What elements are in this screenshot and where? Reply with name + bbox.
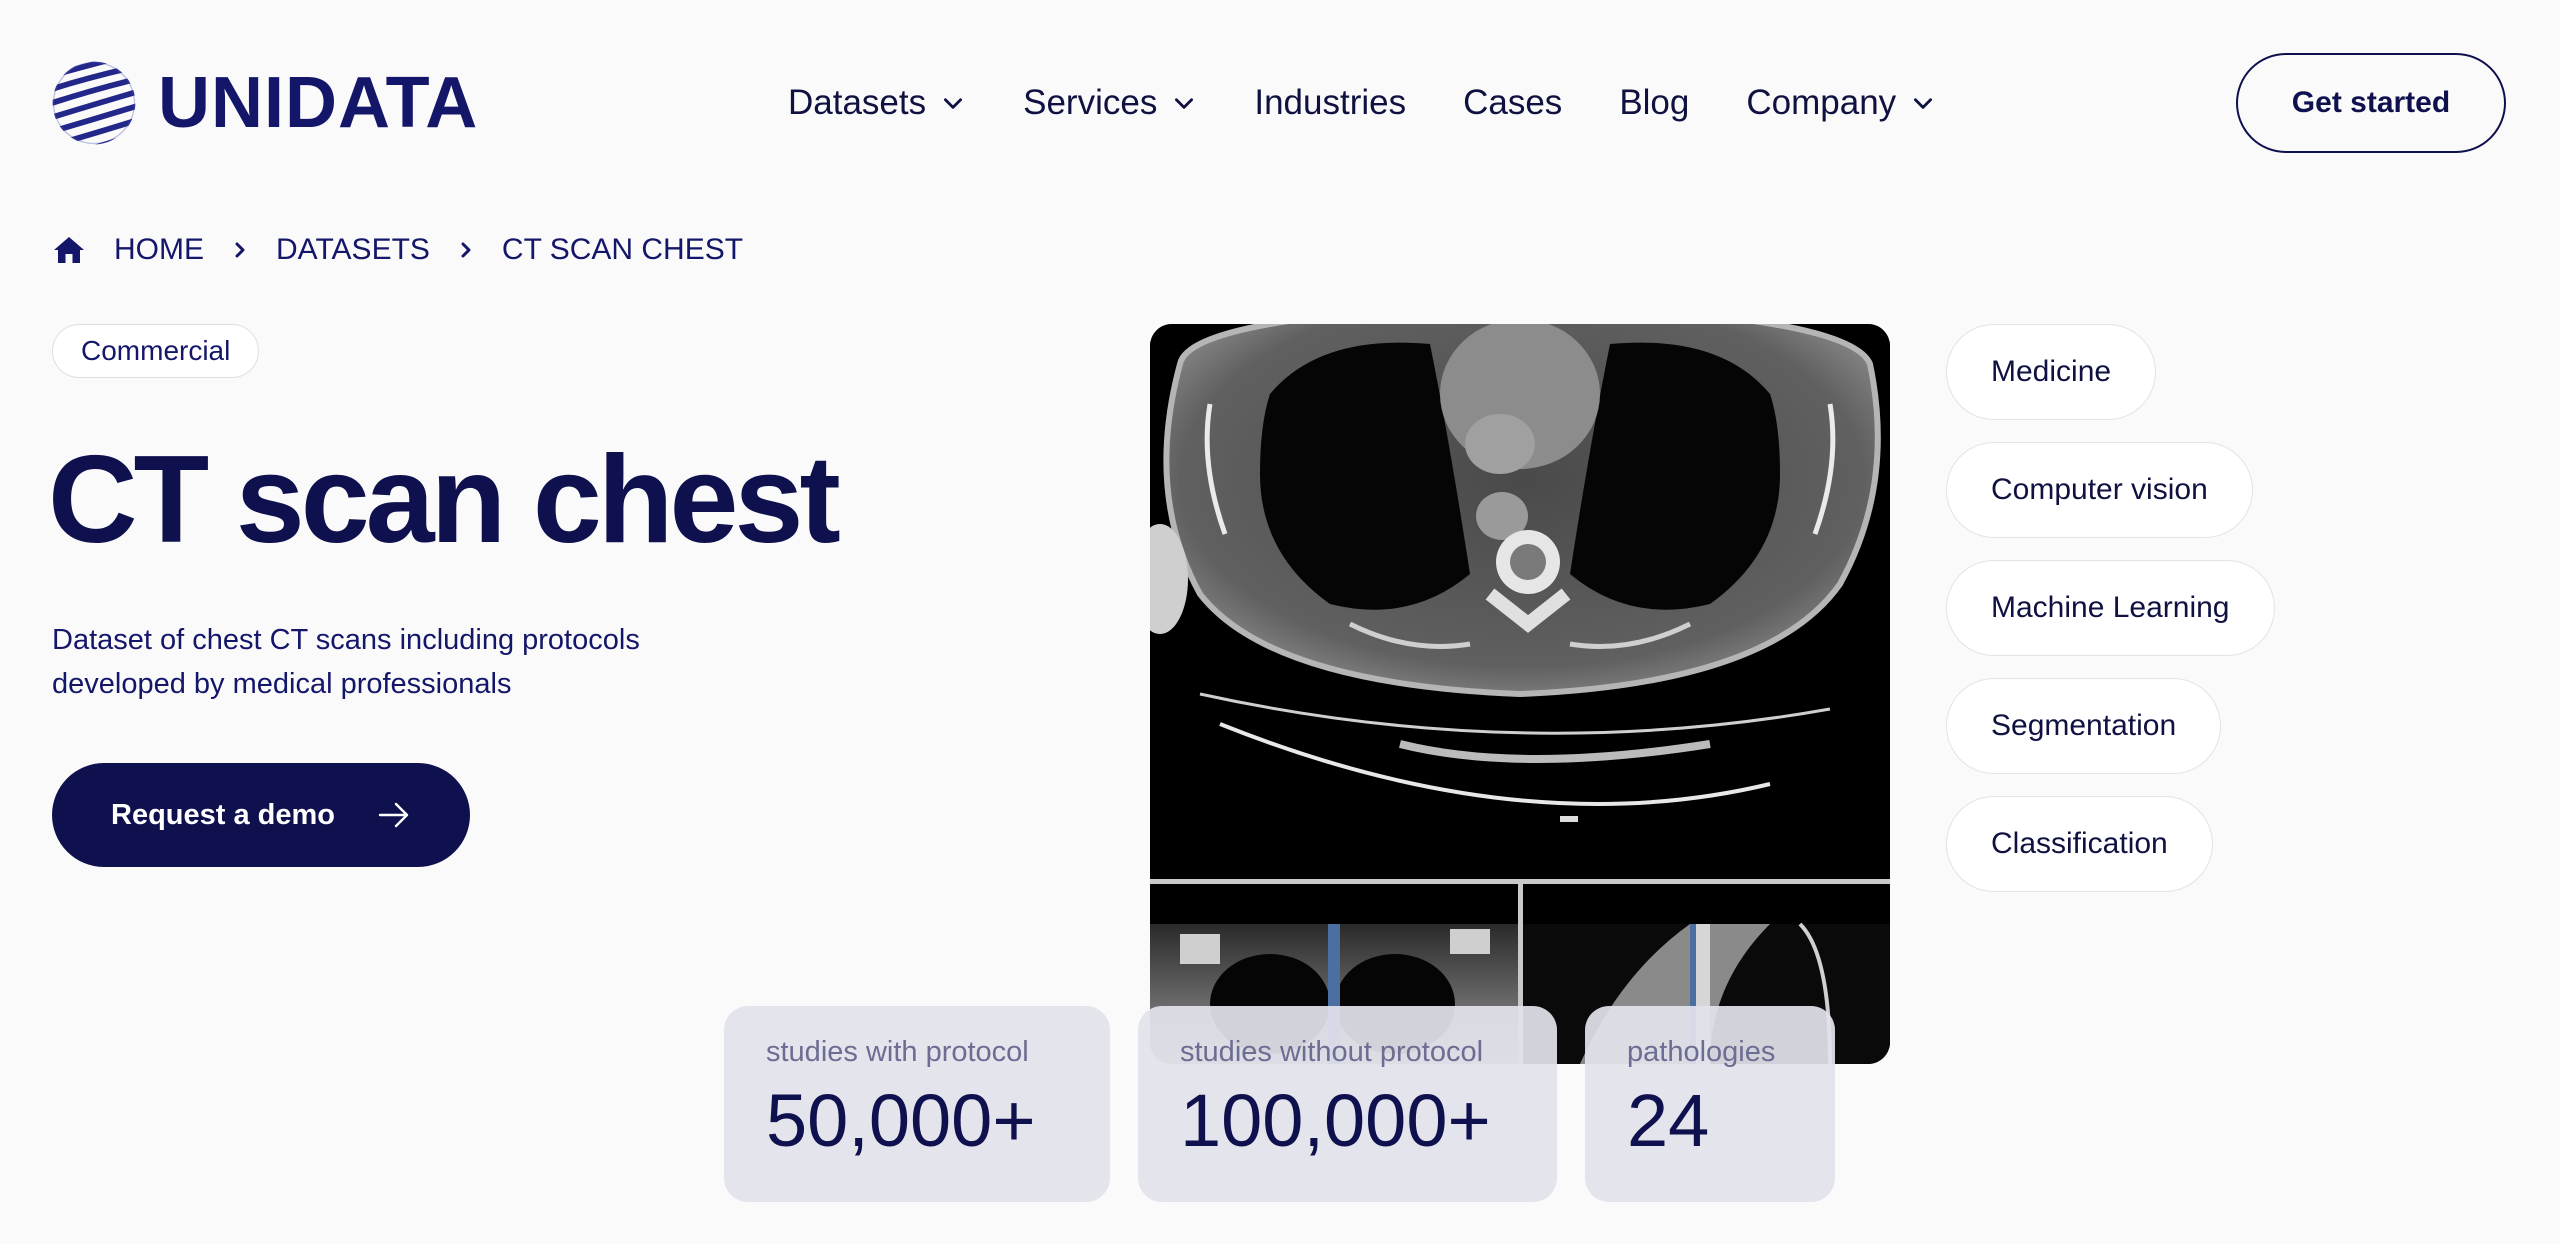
home-icon[interactable] — [52, 235, 86, 265]
nav-item-label: Blog — [1619, 83, 1690, 122]
nav-item-blog[interactable]: Blog — [1619, 83, 1689, 123]
logo-text: UNIDATA — [158, 63, 479, 143]
striped-globe-icon — [52, 61, 136, 145]
request-demo-label: Request a demo — [111, 798, 335, 831]
stat-card-pathologies: pathologies 24 — [1585, 1006, 1835, 1202]
category-machine-learning[interactable]: Machine Learning — [1946, 560, 2275, 656]
page-title: CT scan chest — [48, 431, 841, 569]
site-header: UNIDATA Datasets Services Industries Cas… — [0, 0, 2560, 210]
chevron-down-icon — [1914, 98, 1933, 109]
stat-card-with-protocol: studies with protocol 50,000+ — [724, 1006, 1110, 1202]
stat-card-without-protocol: studies without protocol 100,000+ — [1138, 1006, 1557, 1202]
breadcrumb-datasets[interactable]: DATASETS — [276, 233, 430, 267]
get-started-button[interactable]: Get started — [2236, 53, 2506, 153]
main-nav: Datasets Services Industries Cases Blog … — [788, 78, 1936, 128]
breadcrumb-home[interactable]: HOME — [114, 233, 204, 267]
stat-label: studies without protocol — [1180, 1036, 1484, 1068]
chevron-down-icon — [944, 98, 963, 109]
nav-item-label: Industries — [1254, 83, 1407, 122]
stat-value: 100,000+ — [1180, 1079, 1491, 1162]
nav-item-label: Services — [1023, 83, 1158, 122]
stat-value: 24 — [1627, 1079, 1710, 1162]
chevron-right-icon — [461, 242, 471, 258]
category-classification[interactable]: Classification — [1946, 796, 2213, 892]
nav-item-company[interactable]: Company — [1746, 83, 1936, 123]
commercial-badge: Commercial — [52, 324, 260, 378]
category-medicine[interactable]: Medicine — [1946, 324, 2157, 420]
request-demo-button[interactable]: Request a demo — [52, 763, 470, 867]
breadcrumb: HOME DATASETS CT SCAN CHEST — [52, 228, 743, 272]
nav-item-industries[interactable]: Industries — [1254, 83, 1406, 123]
nav-item-label: Datasets — [788, 83, 927, 122]
nav-item-datasets[interactable]: Datasets — [788, 83, 966, 123]
logo[interactable]: UNIDATA — [50, 58, 478, 148]
arrow-right-icon — [378, 802, 409, 828]
chevron-right-icon — [235, 242, 245, 258]
category-segmentation[interactable]: Segmentation — [1946, 678, 2222, 774]
category-computer-vision[interactable]: Computer vision — [1946, 442, 2253, 538]
stat-value: 50,000+ — [766, 1079, 1036, 1162]
nav-item-label: Cases — [1463, 83, 1563, 122]
nav-item-label: Company — [1746, 83, 1897, 122]
stat-label: studies with protocol — [766, 1036, 1029, 1068]
breadcrumb-current: CT SCAN CHEST — [501, 233, 744, 266]
nav-item-services[interactable]: Services — [1023, 83, 1197, 123]
stat-label: pathologies — [1627, 1036, 1776, 1068]
description-line: Dataset of chest CT scans including prot… — [52, 624, 640, 656]
description-line: developed by medical professionals — [52, 668, 512, 700]
dataset-description: Dataset of chest CT scans including prot… — [52, 618, 752, 706]
ct-scan-image — [1150, 324, 1890, 1064]
chevron-down-icon — [1175, 98, 1194, 109]
nav-item-cases[interactable]: Cases — [1463, 83, 1562, 123]
